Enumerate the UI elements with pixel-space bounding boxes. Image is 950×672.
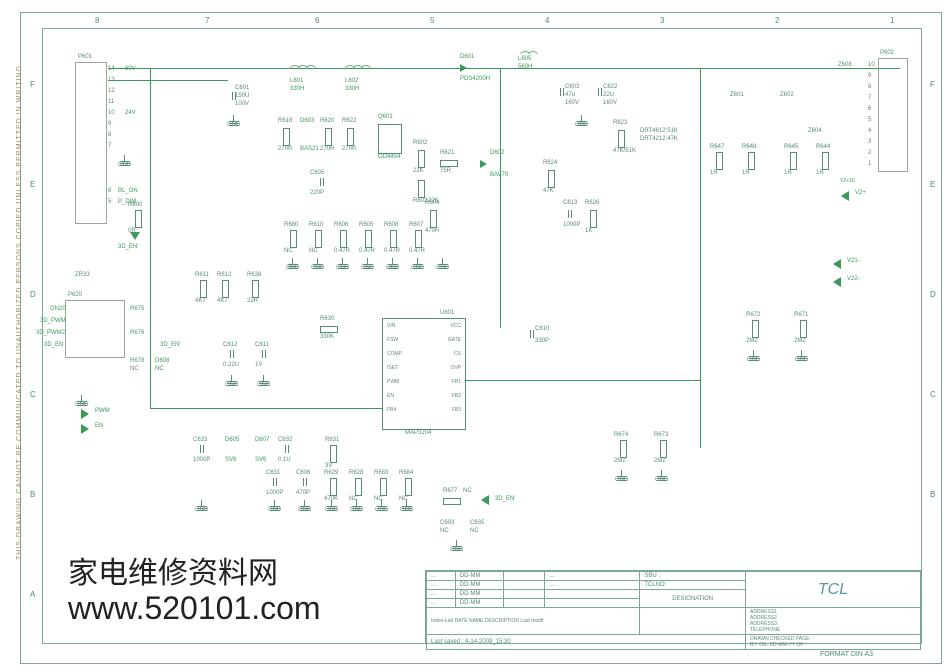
res-r638 [252,280,259,298]
watermark-cn: 家电维修资料网 [68,548,278,592]
z604-ref: Z604 [808,128,822,134]
z602-ref: Z602 [780,92,794,98]
res-r631 [330,445,337,463]
ind-l602: ⌒⌒⌒ [345,62,369,77]
cap-c633 [200,445,201,453]
arrow-pwm [81,409,89,419]
gnd-p601: GND [118,155,131,168]
cap-c622 [598,88,599,96]
arrow-3den-out [481,495,489,505]
cap-c632 [285,445,286,453]
ic-u601: VIN FSW COMP ISET PWM EN FB4 VCC GATE CS… [382,318,466,430]
res-r612 [222,280,229,298]
side-copyright: THIS DRAWING CANNOT BE COMMUNICATED TO U… [16,65,23,560]
res-r622 [347,128,354,146]
format-label: FORMAT DIN A3 [820,651,873,658]
cap-c613 [568,210,569,218]
res-r604 [430,210,437,228]
mosfet-q601 [378,124,402,154]
zr33-ref: ZR33 [75,272,90,278]
connector-p602 [878,58,908,172]
res-r626 [590,210,597,228]
watermark-url: www.520101.com [68,590,321,627]
title-block: ... DD-MM ... SBU : TCL ...DD-MM... TCLN… [425,570,922,644]
res-r677 [443,498,461,505]
c601-ref: C601 [235,85,249,91]
z608-ref: Z608 [838,62,852,68]
cap-c610 [530,330,531,338]
diode-d601 [460,64,467,72]
arrow-3den [130,232,140,240]
arrow-en [81,424,89,434]
ind-l601: ⌒⌒⌒ [290,62,314,77]
connector-p620 [65,300,125,358]
res-r618 [283,128,290,146]
z601-ref: Z601 [730,92,744,98]
res-r611 [200,280,207,298]
company-logo: TCL [745,572,920,608]
res-r624 [548,170,555,188]
res-r603 [418,180,425,198]
res-r623 [618,130,625,148]
wire-60v [108,68,748,69]
cap-c611 [262,350,263,358]
res-r630 [320,326,338,333]
u601-part: MAP3204 [405,430,431,436]
res-r690 [135,210,142,228]
p601-label: P601 [78,54,92,60]
cap-c603 [560,88,561,96]
res-r620 [325,128,332,146]
diode-d602 [480,160,487,168]
u601-ref: U601 [440,310,454,316]
cap-c601 [232,92,233,100]
connector-p601 [75,62,107,224]
cap-c605 [320,178,321,186]
res-r602 [418,150,425,168]
res-r621 [440,160,458,167]
cap-c612 [230,350,231,358]
